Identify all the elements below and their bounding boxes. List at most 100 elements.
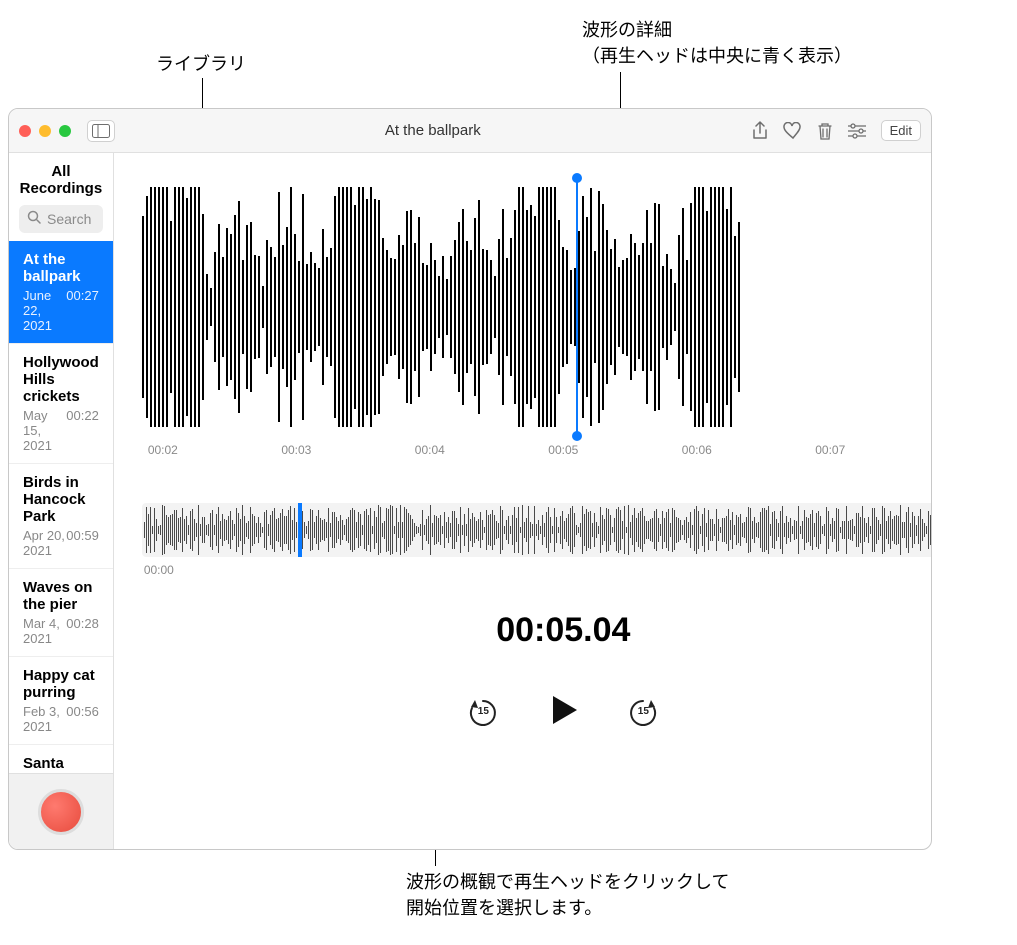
- recording-item[interactable]: Waves on the pierMar 4, 202100:28: [9, 569, 113, 657]
- close-window-button[interactable]: [19, 125, 31, 137]
- overview-bar: [638, 513, 639, 547]
- settings-button[interactable]: [847, 123, 867, 139]
- overview-bar: [424, 525, 425, 535]
- waveform-bar: [602, 204, 604, 411]
- delete-button[interactable]: [817, 121, 833, 141]
- overview-playhead[interactable]: [298, 503, 302, 557]
- sidebar-toggle-button[interactable]: [87, 120, 115, 142]
- overview-bar: [768, 506, 769, 554]
- waveform-bar: [534, 216, 536, 397]
- overview-bar: [338, 521, 339, 539]
- overview-bar: [562, 511, 563, 550]
- overview-bar: [532, 524, 533, 536]
- recording-item[interactable]: Happy cat purringFeb 3, 202100:56: [9, 657, 113, 745]
- waveform-bar: [242, 260, 244, 353]
- overview-bar: [382, 523, 383, 538]
- recording-meta: June 22, 202100:27: [23, 288, 99, 333]
- overview-bar: [632, 515, 633, 544]
- recording-item[interactable]: Hollywood Hills cricketsMay 15, 202100:2…: [9, 344, 113, 464]
- overview-bar: [314, 522, 315, 537]
- overview-bar: [762, 508, 763, 551]
- overview-bar: [576, 525, 577, 536]
- waveform-bar: [286, 227, 288, 387]
- waveform-bar: [702, 187, 704, 427]
- overview-bar: [844, 521, 845, 540]
- overview-bar: [550, 517, 551, 542]
- overview-bar: [214, 525, 215, 535]
- waveform-bar: [734, 236, 736, 378]
- overview-bar: [168, 517, 169, 543]
- overview-bar: [376, 517, 377, 542]
- overview-bar: [174, 510, 175, 550]
- overview-bar: [824, 524, 825, 536]
- overview-bar: [928, 511, 929, 549]
- overview-bar: [546, 512, 547, 548]
- overview-bar: [308, 521, 309, 540]
- overview-bar: [912, 512, 913, 547]
- overview-bar: [538, 520, 539, 541]
- skip-forward-button[interactable]: 15: [627, 697, 659, 729]
- overview-bar: [858, 513, 859, 547]
- waveform-bar: [262, 286, 264, 327]
- overview-bar: [488, 515, 489, 546]
- waveform-bar: [170, 221, 172, 393]
- maximize-window-button[interactable]: [59, 125, 71, 137]
- waveform-bar: [718, 187, 720, 427]
- share-button[interactable]: [751, 121, 769, 141]
- overview-bar: [234, 524, 235, 537]
- waveform-bar: [466, 241, 468, 372]
- overview-bar: [736, 515, 737, 546]
- overview-bar: [286, 516, 287, 543]
- overview-bar: [654, 511, 655, 548]
- playhead[interactable]: [576, 177, 578, 437]
- overview-bar: [364, 511, 365, 550]
- recording-item[interactable]: At the ballparkJune 22, 202100:27: [9, 241, 113, 344]
- skip-back-button[interactable]: 15: [467, 697, 499, 729]
- toolbar: Edit: [751, 120, 921, 141]
- overview-bar: [520, 527, 521, 533]
- play-button[interactable]: [545, 692, 581, 733]
- minimize-window-button[interactable]: [39, 125, 51, 137]
- overview-bar: [166, 515, 167, 544]
- recording-item[interactable]: Santa Monica BeachJan 24, 202102:12: [9, 745, 113, 773]
- overview-bar: [490, 514, 491, 546]
- overview-bar: [692, 525, 693, 534]
- waveform-bar: [370, 187, 372, 427]
- waveform-bar: [694, 187, 696, 427]
- recording-item[interactable]: Birds in Hancock ParkApr 20, 202100:59: [9, 464, 113, 569]
- main-area: 00:0200:0300:0400:0500:0600:0700:08 00:0…: [114, 153, 932, 849]
- favorite-button[interactable]: [783, 122, 803, 140]
- overview-bar: [744, 522, 745, 538]
- waveform-detail[interactable]: 00:0200:0300:0400:0500:0600:0700:08: [142, 177, 932, 467]
- record-button[interactable]: [38, 789, 84, 835]
- overview-bar: [644, 516, 645, 543]
- overview-bar: [710, 519, 711, 541]
- waveform-bar: [254, 255, 256, 358]
- overview-bar: [724, 518, 725, 542]
- waveform-bar: [558, 220, 560, 393]
- overview-bar: [862, 506, 863, 555]
- overview-bar: [370, 508, 371, 551]
- overview-bar: [628, 505, 629, 554]
- overview-bar: [758, 522, 759, 539]
- overview-bar: [880, 524, 881, 537]
- time-axis-label: 00:03: [281, 443, 311, 467]
- overview-bar: [468, 508, 469, 551]
- recording-meta: Mar 4, 202100:28: [23, 616, 99, 646]
- waveform-overview[interactable]: [142, 503, 932, 557]
- waveform-bar: [578, 231, 580, 383]
- overview-bar: [730, 520, 731, 540]
- overview-bar: [892, 519, 893, 540]
- playback-controls: 15 15: [142, 692, 932, 733]
- edit-button[interactable]: Edit: [881, 120, 921, 141]
- overview-bar: [264, 512, 265, 548]
- overview-bar: [806, 517, 807, 544]
- overview-bar: [708, 510, 709, 551]
- overview-bar: [536, 524, 537, 536]
- waveform-bar: [294, 234, 296, 379]
- waveform-bar: [158, 187, 160, 427]
- overview-bar: [670, 523, 671, 537]
- waveform-bar: [402, 245, 404, 368]
- recording-date: Mar 4, 2021: [23, 616, 66, 646]
- overview-bar: [574, 513, 575, 546]
